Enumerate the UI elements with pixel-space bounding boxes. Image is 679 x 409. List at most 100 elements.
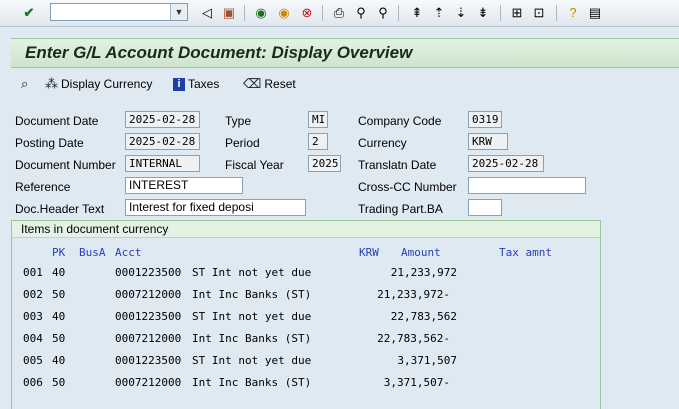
- column-header-pk: PK: [52, 246, 66, 259]
- command-field[interactable]: ▼: [50, 3, 188, 21]
- item-account-text: Int Inc Banks (ST): [192, 288, 312, 301]
- item-line-number: 004: [23, 332, 43, 345]
- item-account: 0007212000: [115, 332, 182, 345]
- reference-field[interactable]: INTEREST: [125, 177, 243, 194]
- toolbar-separator: [500, 5, 501, 21]
- display-currency-label: Display Currency: [61, 77, 153, 91]
- display-currency-button[interactable]: ⁂ Display Currency: [45, 75, 152, 93]
- find-icon[interactable]: ⚲: [352, 4, 370, 22]
- posting-date-field[interactable]: 2025-02-28: [125, 133, 200, 150]
- column-header-acct: Acct: [115, 246, 142, 259]
- item-account-text: Int Inc Banks (ST): [192, 376, 312, 389]
- back-icon[interactable]: ◉: [252, 4, 270, 22]
- column-header-krw: KRW: [359, 246, 379, 259]
- cross-cc-number-field[interactable]: [468, 177, 586, 194]
- toolbar-separator: [398, 5, 399, 21]
- toolbar-separator: [322, 5, 323, 21]
- item-amount: 21,233,972-: [377, 288, 450, 301]
- last-page-icon[interactable]: ⇟: [474, 4, 492, 22]
- period-field[interactable]: 2: [308, 133, 328, 150]
- page-title: Enter G/L Account Document: Display Over…: [25, 43, 413, 62]
- previous-page-icon[interactable]: ⇡: [430, 4, 448, 22]
- translation-date-label: Translatn Date: [358, 158, 437, 172]
- back-arrow-icon[interactable]: ◁: [198, 4, 216, 22]
- save-icon[interactable]: ▣: [220, 4, 238, 22]
- type-label: Type: [225, 114, 252, 128]
- reset-label: Reset: [264, 77, 296, 91]
- item-posting-key: 40: [52, 310, 66, 323]
- table-row[interactable]: 001 40 0001223500 ST Int not yet due 21,233,…: [12, 266, 600, 284]
- table-row[interactable]: 004 50 0007212000 Int Inc Banks (ST) 22,783,…: [12, 332, 600, 350]
- item-amount: 21,233,972: [390, 266, 457, 279]
- item-line-number: 003: [23, 310, 43, 323]
- fiscal-year-label: Fiscal Year: [225, 158, 284, 172]
- help-icon[interactable]: ?: [564, 4, 582, 22]
- fiscal-year-field[interactable]: 2025: [308, 155, 341, 172]
- overview-button[interactable]: ⌕: [21, 75, 28, 93]
- item-posting-key: 50: [52, 288, 66, 301]
- item-posting-key: 50: [52, 376, 66, 389]
- items-group-header: Items in document currency: [12, 221, 600, 238]
- item-account: 0001223500: [115, 354, 182, 367]
- item-posting-key: 40: [52, 266, 66, 279]
- item-amount: 22,783,562-: [377, 332, 450, 345]
- item-amount: 3,371,507: [397, 354, 457, 367]
- title-bar: Enter G/L Account Document: Display Over…: [11, 38, 679, 68]
- taxes-label: Taxes: [188, 77, 220, 91]
- document-date-label: Document Date: [15, 114, 99, 128]
- company-code-field[interactable]: 0319: [468, 111, 502, 128]
- find-next-icon[interactable]: ⚲: [374, 4, 392, 22]
- next-page-icon[interactable]: ⇣: [452, 4, 470, 22]
- item-account-text: ST Int not yet due: [192, 354, 312, 367]
- item-amount: 3,371,507-: [383, 376, 450, 389]
- document-date-field[interactable]: 2025-02-28: [125, 111, 200, 128]
- system-toolbar: ✔ ▼ ◁ ▣ ◉ ◉ ⊗ ⎙ ⚲ ⚲ ⇞ ⇡ ⇣ ⇟ ⊞ ⊡ ? ▤: [0, 0, 679, 27]
- currency-field[interactable]: KRW: [468, 133, 508, 150]
- item-account: 0007212000: [115, 288, 182, 301]
- table-row[interactable]: 005 40 0001223500 ST Int not yet due 3,371,5…: [12, 354, 600, 372]
- exit-icon[interactable]: ◉: [275, 4, 293, 22]
- posting-date-label: Posting Date: [15, 136, 84, 150]
- item-account-text: ST Int not yet due: [192, 266, 312, 279]
- reference-label: Reference: [15, 180, 71, 194]
- chevron-down-icon[interactable]: ▼: [170, 4, 187, 20]
- document-search-icon: ⌕: [21, 76, 29, 91]
- eraser-icon: ⌫: [243, 76, 262, 91]
- doc-header-text-field[interactable]: Interest for fixed deposi: [125, 199, 306, 216]
- column-header-tax-amount: Tax amnt: [499, 246, 552, 259]
- enter-check-icon[interactable]: ✔: [20, 4, 38, 22]
- column-header-amount: Amount: [401, 246, 441, 259]
- customize-layout-icon[interactable]: ▤: [586, 4, 604, 22]
- table-row[interactable]: 006 50 0007212000 Int Inc Banks (ST) 3,371,5…: [12, 376, 600, 394]
- item-line-number: 005: [23, 354, 43, 367]
- item-account-text: Int Inc Banks (ST): [192, 332, 312, 345]
- table-row[interactable]: 003 40 0001223500 ST Int not yet due 22,783,…: [12, 310, 600, 328]
- document-number-field[interactable]: INTERNAL: [125, 155, 200, 172]
- column-header-busa: BusA: [79, 246, 106, 259]
- trading-part-ba-field[interactable]: [468, 199, 502, 216]
- item-account: 0001223500: [115, 266, 182, 279]
- item-line-number: 001: [23, 266, 43, 279]
- table-row[interactable]: 002 50 0007212000 Int Inc Banks (ST) 21,233,…: [12, 288, 600, 306]
- item-account-text: ST Int not yet due: [192, 310, 312, 323]
- period-label: Period: [225, 136, 260, 150]
- print-icon[interactable]: ⎙: [330, 4, 348, 22]
- item-account: 0007212000: [115, 376, 182, 389]
- info-icon: i: [173, 77, 185, 91]
- display-currency-icon: ⁂: [45, 76, 58, 91]
- first-page-icon[interactable]: ⇞: [408, 4, 426, 22]
- type-field[interactable]: MI: [308, 111, 328, 128]
- reset-button[interactable]: ⌫ Reset: [243, 75, 296, 93]
- cross-cc-number-label: Cross-CC Number: [358, 180, 457, 194]
- doc-header-text-label: Doc.Header Text: [15, 202, 105, 216]
- item-account: 0001223500: [115, 310, 182, 323]
- currency-label: Currency: [358, 136, 407, 150]
- shortcut-icon[interactable]: ⊡: [530, 4, 548, 22]
- translation-date-field[interactable]: 2025-02-28: [468, 155, 544, 172]
- items-section-title: Items in document currency: [21, 222, 169, 236]
- create-session-icon[interactable]: ⊞: [508, 4, 526, 22]
- cancel-icon[interactable]: ⊗: [298, 4, 316, 22]
- toolbar-separator: [556, 5, 557, 21]
- taxes-button[interactable]: i Taxes: [173, 75, 219, 93]
- item-line-number: 002: [23, 288, 43, 301]
